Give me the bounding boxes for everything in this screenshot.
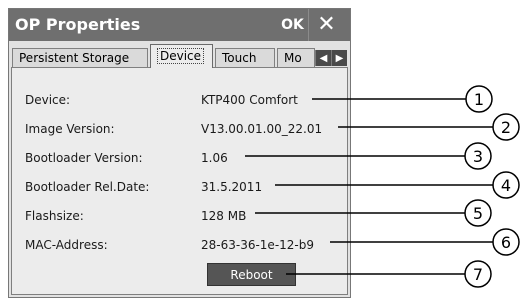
callout-number: 2 [501, 118, 511, 137]
tab-label: Device [157, 48, 205, 64]
callout-number: 6 [501, 233, 511, 252]
callout-number: 7 [473, 265, 483, 284]
callout-number: 5 [473, 204, 483, 223]
callout-number: 1 [474, 90, 484, 109]
tab-device[interactable]: Device [150, 44, 213, 68]
callout-number: 4 [501, 176, 511, 195]
callout-number: 3 [473, 147, 483, 166]
callout-overlay: 1 2 3 4 5 6 7 [245, 85, 520, 288]
